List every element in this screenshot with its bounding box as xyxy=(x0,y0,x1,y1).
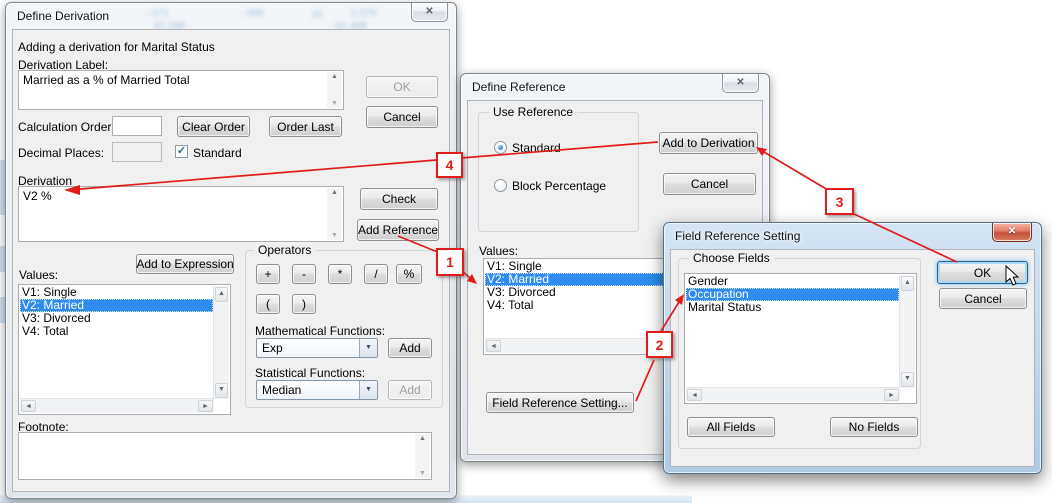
stat-functions-caption: Statistical Functions: xyxy=(255,366,365,380)
scroll-up-icon[interactable]: ▲ xyxy=(901,276,914,291)
standard-checkbox-label: Standard xyxy=(193,146,242,160)
order-last-button[interactable]: Order Last xyxy=(269,116,342,137)
background-table-text: 1.078 xyxy=(351,8,376,19)
callout-2: 2 xyxy=(646,331,673,358)
scroll-down-icon[interactable]: ▼ xyxy=(215,383,228,398)
calculation-order-input[interactable] xyxy=(112,116,162,136)
horizontal-scrollbar[interactable]: ◄ xyxy=(485,338,666,353)
define-reference-title: Define Reference xyxy=(472,80,565,94)
add-reference-button[interactable]: Add Reference xyxy=(357,219,439,241)
edit-scrollbar[interactable]: ▲ ▼ xyxy=(327,72,342,108)
scroll-up-icon[interactable]: ▲ xyxy=(215,287,228,302)
scroll-left-icon[interactable]: ◄ xyxy=(687,389,702,401)
ok-button: OK xyxy=(366,76,438,98)
define-derivation-title: Define Derivation xyxy=(17,9,109,23)
cancel-button[interactable]: Cancel xyxy=(939,288,1027,309)
define-reference-titlebar[interactable]: Define Reference ✕ xyxy=(461,74,769,100)
values-listbox[interactable]: V1: Single V2: Married V3: Divorced V4: … xyxy=(18,284,231,415)
scroll-left-icon[interactable]: ◄ xyxy=(486,340,501,352)
operator-plus-button[interactable]: + xyxy=(256,264,280,284)
chevron-down-icon[interactable]: ▼ xyxy=(359,339,377,357)
horizontal-scrollbar[interactable]: ◄ ► xyxy=(686,387,900,402)
operators-caption: Operators xyxy=(254,243,315,257)
footnote-input[interactable]: ▲ ▼ xyxy=(18,432,432,480)
decimal-places-caption: Decimal Places: xyxy=(18,146,104,160)
scroll-right-icon[interactable]: ► xyxy=(884,389,899,401)
edit-scrollbar[interactable]: ▲ ▼ xyxy=(327,188,342,240)
operator-divide-button[interactable]: / xyxy=(364,264,388,284)
values-caption: Values: xyxy=(19,268,58,282)
derivation-label-input[interactable]: Married as a % of Married Total ▲ ▼ xyxy=(18,70,344,110)
derivation-expression-input[interactable]: V2 % ▲ ▼ xyxy=(18,186,344,242)
callout-3: 3 xyxy=(825,188,854,215)
close-icon[interactable]: ✕ xyxy=(722,74,759,93)
callout-4: 4 xyxy=(436,152,463,178)
horizontal-scrollbar[interactable]: ◄ ► xyxy=(20,398,214,413)
check-button[interactable]: Check xyxy=(360,188,438,210)
list-item[interactable]: V4: Total xyxy=(485,299,666,312)
vertical-scrollbar[interactable]: ▲ ▼ xyxy=(213,286,229,399)
use-reference-group: Use Reference xyxy=(478,112,639,232)
stat-functions-dropdown[interactable]: Median ▼ xyxy=(256,380,378,400)
list-item[interactable]: V4: Total xyxy=(20,325,213,338)
standard-radio-label: Standard xyxy=(512,141,561,155)
close-icon[interactable]: ✕ xyxy=(411,3,448,22)
math-add-button[interactable]: Add xyxy=(388,338,432,358)
chevron-down-icon[interactable]: ▼ xyxy=(359,381,377,399)
define-derivation-titlebar[interactable]: -.071 -.056 16 1.078 61.298 61.498 Defin… xyxy=(6,3,456,29)
scroll-down-icon[interactable]: ▼ xyxy=(415,470,430,477)
fields-listbox[interactable]: Gender Occupation Marital Status ▲ ▼ ◄ ► xyxy=(684,273,917,404)
list-item[interactable]: Marital Status xyxy=(686,301,899,314)
background-table-text: 16 xyxy=(311,9,322,20)
operator-multiply-button[interactable]: * xyxy=(328,264,352,284)
callout-1: 1 xyxy=(436,248,464,276)
background-table-text: -.056 xyxy=(241,8,264,19)
block-percentage-radio[interactable] xyxy=(494,179,507,192)
operator-open-paren-button[interactable]: ( xyxy=(256,294,280,314)
operator-minus-button[interactable]: - xyxy=(292,264,316,284)
scroll-down-icon[interactable]: ▼ xyxy=(327,232,342,239)
background-table-text: -.071 xyxy=(146,8,169,19)
scroll-down-icon[interactable]: ▼ xyxy=(327,100,342,107)
scroll-left-icon[interactable]: ◄ xyxy=(21,400,36,412)
cancel-button[interactable]: Cancel xyxy=(366,106,438,128)
add-to-derivation-button[interactable]: Add to Derivation xyxy=(659,132,758,154)
scroll-up-icon[interactable]: ▲ xyxy=(327,189,342,196)
mouse-cursor-icon xyxy=(1005,265,1021,289)
clear-order-button[interactable]: Clear Order xyxy=(177,116,250,137)
add-to-expression-button[interactable]: Add to Expression xyxy=(136,254,234,274)
math-functions-dropdown[interactable]: Exp ▼ xyxy=(256,338,378,358)
field-reference-setting-titlebar[interactable]: Field Reference Setting ✕ xyxy=(664,223,1041,249)
vertical-scrollbar[interactable]: ▲ ▼ xyxy=(899,275,915,388)
edit-scrollbar[interactable]: ▲ ▼ xyxy=(415,434,430,478)
scroll-up-icon[interactable]: ▲ xyxy=(415,435,430,442)
standard-radio[interactable] xyxy=(494,141,507,154)
field-reference-setting-title: Field Reference Setting xyxy=(675,229,800,243)
choose-fields-caption: Choose Fields xyxy=(689,251,774,265)
stat-add-button: Add xyxy=(388,380,432,400)
calculation-order-caption: Calculation Order: xyxy=(18,120,115,134)
scroll-up-icon[interactable]: ▲ xyxy=(327,73,342,80)
radio-dot-icon xyxy=(498,145,503,150)
values-listbox[interactable]: V1: Single V2: Married V3: Divorced V4: … xyxy=(483,258,668,355)
values-caption: Values: xyxy=(479,244,518,258)
scroll-right-icon[interactable]: ► xyxy=(198,400,213,412)
intro-text: Adding a derivation for Marital Status xyxy=(18,40,215,54)
block-percentage-radio-label: Block Percentage xyxy=(512,179,606,193)
field-reference-setting-button[interactable]: Field Reference Setting... xyxy=(486,392,634,413)
math-functions-caption: Mathematical Functions: xyxy=(255,324,385,338)
close-icon[interactable]: ✕ xyxy=(992,223,1032,242)
cancel-button[interactable]: Cancel xyxy=(663,173,756,195)
standard-checkbox[interactable]: ✓ xyxy=(175,145,188,158)
no-fields-button[interactable]: No Fields xyxy=(830,417,918,437)
use-reference-caption: Use Reference xyxy=(489,105,577,119)
operator-close-paren-button[interactable]: ) xyxy=(292,294,316,314)
operator-percent-button[interactable]: % xyxy=(396,264,422,284)
decimal-places-input xyxy=(112,142,162,162)
scroll-down-icon[interactable]: ▼ xyxy=(901,372,914,387)
all-fields-button[interactable]: All Fields xyxy=(687,417,775,437)
